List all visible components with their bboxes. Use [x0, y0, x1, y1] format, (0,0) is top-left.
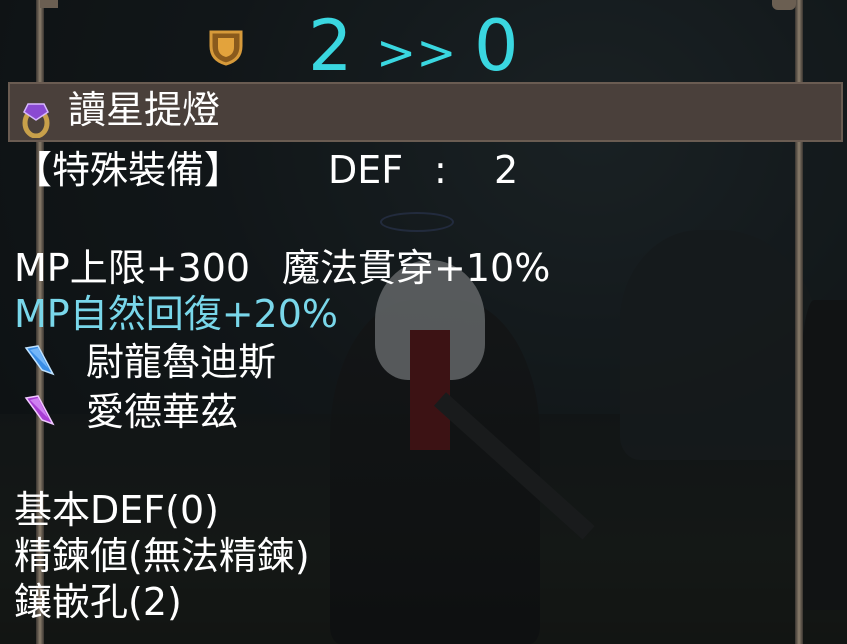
- ring-icon: [22, 103, 50, 138]
- refine-value: 精鍊値(無法精鍊): [14, 534, 310, 578]
- item-type: 【特殊裝備】: [14, 148, 243, 192]
- shield-icon: [209, 30, 243, 66]
- base-def: 基本DEF(0): [14, 488, 219, 532]
- stat-mp-regen: MP自然回復+20%: [14, 292, 339, 336]
- socket-gem-2: 愛德華茲: [86, 390, 239, 434]
- stat-mp-max: MP上限+300: [14, 246, 251, 290]
- def-value: 2: [494, 148, 519, 192]
- socket-gem-1: 尉龍魯迪斯: [86, 340, 277, 384]
- blue-crystal-icon: [24, 345, 55, 376]
- item-name: 讀星提燈: [68, 88, 221, 132]
- tooltip-frame-corner: [772, 0, 796, 10]
- item-tooltip-panel: 2 >> 0 讀星提燈 【特殊裝備】 DEF : 2 MP上限+300 魔法貫穿…: [0, 0, 847, 644]
- tooltip-frame-corner: [40, 0, 58, 8]
- socket-slots: 鑲嵌孔(2): [14, 580, 182, 624]
- upgrade-current-level: 2: [308, 5, 353, 87]
- upgrade-target-level: 0: [474, 5, 519, 87]
- stat-magic-pierce: 魔法貫穿+10%: [282, 246, 551, 290]
- purple-crystal-icon: [24, 395, 55, 426]
- def-separator: :: [434, 148, 447, 192]
- def-label: DEF: [328, 148, 404, 192]
